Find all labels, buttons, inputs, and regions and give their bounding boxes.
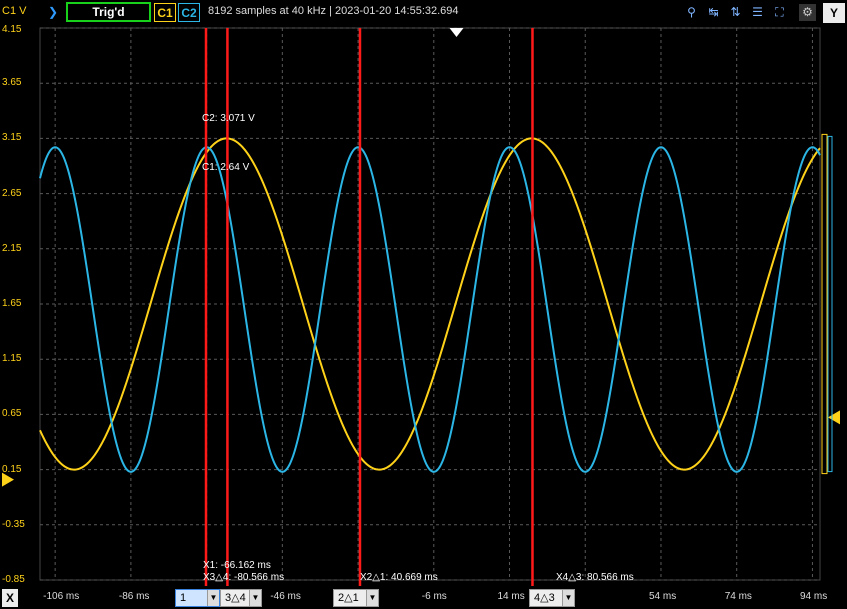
c2-button[interactable]: C2 bbox=[178, 3, 200, 22]
c1-button[interactable]: C1 bbox=[154, 3, 176, 22]
chevron-down-icon[interactable]: ▼ bbox=[249, 590, 261, 606]
cursor-delta-dropdown-2-1[interactable]: 2△1 ▼ bbox=[333, 589, 379, 607]
c1-cursor-value: C1: 2.64 V bbox=[202, 162, 250, 173]
trigger-position-marker bbox=[449, 28, 464, 37]
y-tick-label: -0.35 bbox=[2, 518, 25, 530]
waveform-c2 bbox=[39, 146, 821, 473]
chevron-down-icon[interactable]: ▼ bbox=[207, 590, 219, 606]
chevron-down-icon[interactable]: ▼ bbox=[562, 590, 574, 606]
dropdown-value: 3△4 bbox=[225, 592, 246, 604]
x-tick-label: -46 ms bbox=[270, 591, 301, 602]
y-tick-label: 1.15 bbox=[2, 353, 22, 365]
c2-range-bar bbox=[827, 135, 833, 473]
cursor-x-icon[interactable]: ↹ bbox=[705, 4, 722, 21]
run-arrow-icon[interactable]: ❯ bbox=[48, 5, 58, 19]
dropdown-value: 4△3 bbox=[534, 592, 555, 604]
list-icon[interactable]: ☰ bbox=[749, 4, 766, 21]
y-tick-label: 3.15 bbox=[2, 132, 22, 144]
dropdown-value: 1 bbox=[180, 592, 187, 604]
x-tick-label: -6 ms bbox=[421, 591, 447, 602]
x2-delta-readout: X2△1: 40.669 ms bbox=[360, 572, 438, 583]
x-tick-label: 74 ms bbox=[724, 591, 752, 602]
cursor-select-dropdown-1[interactable]: 1 ▼ bbox=[175, 589, 220, 607]
y-tick-label: 0.65 bbox=[2, 408, 22, 420]
y-tick-label: 2.65 bbox=[2, 187, 22, 199]
dropdown-value: 2△1 bbox=[338, 592, 359, 604]
x-tick-label: -86 ms bbox=[118, 591, 150, 602]
y-tick-label: -0.85 bbox=[2, 574, 25, 585]
zoom-out-icon[interactable] bbox=[782, 4, 799, 21]
y-tick-label: 3.65 bbox=[2, 77, 22, 89]
cursor-y-icon[interactable]: ⇅ bbox=[727, 4, 744, 21]
chevron-down-icon[interactable]: ▼ bbox=[366, 590, 378, 606]
cursor-delta-dropdown-3-4[interactable]: 3△4 ▼ bbox=[220, 589, 262, 607]
top-toolbar: C1 V ❯ Trig'd C1 C2 8192 samples at 40 k… bbox=[0, 0, 847, 26]
c1-range-bar bbox=[821, 133, 828, 475]
x1-cursor-readout: X1: -66.162 ms bbox=[203, 560, 271, 571]
c2-cursor-value: C2: 3.071 V bbox=[202, 113, 255, 124]
y-axis-channel-label: C1 V bbox=[2, 5, 27, 17]
x4-delta-readout: X4△3: 80.566 ms bbox=[556, 572, 634, 583]
x3-delta-readout: X3△4: -80.566 ms bbox=[203, 572, 285, 583]
settings-icon[interactable]: ⚙ bbox=[799, 4, 816, 21]
x-tick-label: 14 ms bbox=[497, 591, 525, 602]
x-axis-button[interactable]: X bbox=[2, 589, 18, 607]
y-tick-label: 1.65 bbox=[2, 298, 22, 309]
y-tick-label: 0.15 bbox=[2, 463, 22, 475]
trigger-level-marker bbox=[828, 410, 840, 425]
oscilloscope-plot[interactable] bbox=[0, 0, 847, 609]
zoom-in-icon[interactable]: ⚲ bbox=[683, 4, 700, 21]
x-tick-label: -106 ms bbox=[43, 591, 80, 602]
x-tick-label: 54 ms bbox=[648, 591, 677, 602]
x-tick-label: 94 ms bbox=[800, 591, 828, 602]
y-axis-button[interactable]: Y bbox=[823, 3, 845, 23]
acquisition-status: 8192 samples at 40 kHz | 2023-01-20 14:5… bbox=[208, 5, 459, 17]
y-tick-label: 2.15 bbox=[2, 242, 22, 254]
cursor-delta-dropdown-4-3[interactable]: 4△3 ▼ bbox=[529, 589, 575, 607]
c1-offset-marker bbox=[2, 472, 14, 487]
trigger-status-badge[interactable]: Trig'd bbox=[66, 2, 151, 22]
y-tick-label: 4.15 bbox=[2, 24, 22, 35]
